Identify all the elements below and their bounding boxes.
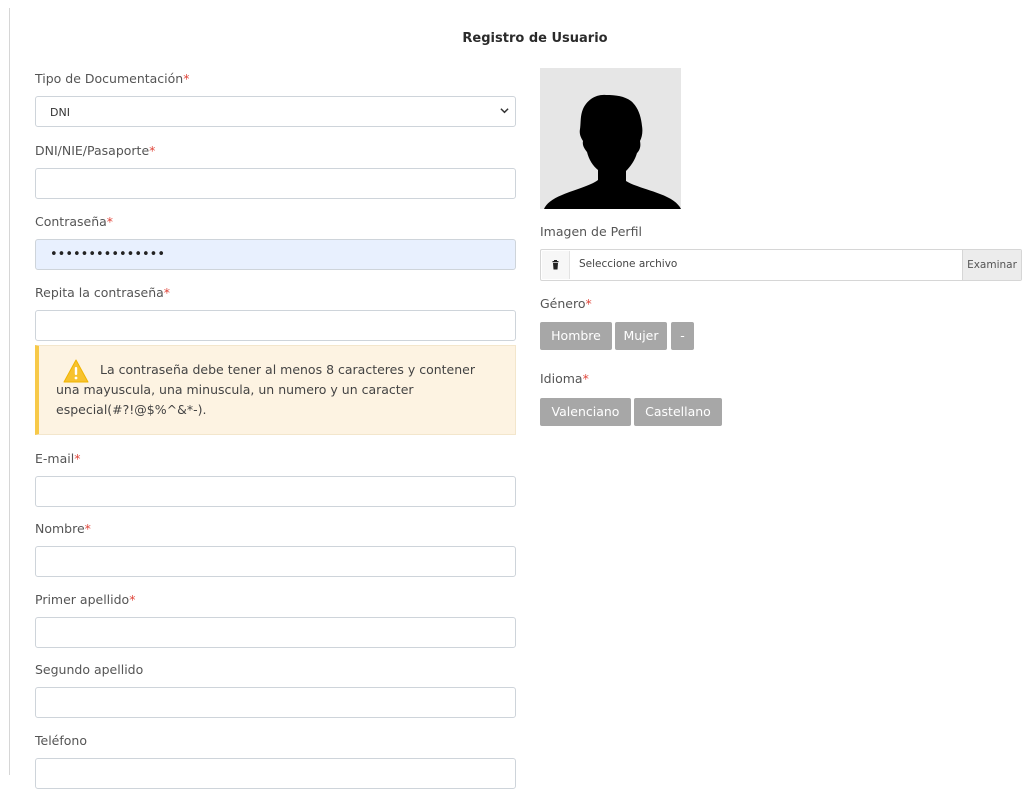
doc-type-selected-value: DNI <box>50 106 70 119</box>
first-name-input[interactable] <box>35 546 516 577</box>
chevron-down-icon <box>500 108 509 114</box>
trash-icon[interactable] <box>542 251 570 279</box>
language-label-text: Idioma <box>540 371 583 386</box>
password-masked-value: ••••••••••••••• <box>50 247 166 262</box>
gender-label-text: Género <box>540 296 586 311</box>
trash-glyph <box>552 260 559 270</box>
password-repeat-input[interactable] <box>35 310 516 341</box>
language-castellano-button[interactable]: Castellano <box>634 398 722 426</box>
surname2-label: Segundo apellido <box>35 662 143 677</box>
profile-image-file-input[interactable]: Seleccione archivo Examinar <box>540 249 1022 281</box>
gender-female-button[interactable]: Mujer <box>615 322 667 350</box>
required-mark: * <box>582 371 589 386</box>
file-placeholder: Seleccione archivo <box>579 258 678 270</box>
profile-image-label: Imagen de Perfil <box>540 224 642 239</box>
phone-label-text: Teléfono <box>35 733 87 748</box>
password-repeat-label-text: Repita la contraseña <box>35 285 164 300</box>
gender-male-button[interactable]: Hombre <box>540 322 612 350</box>
password-label-text: Contraseña <box>35 214 107 229</box>
surname2-input[interactable] <box>35 687 516 718</box>
surname1-label: Primer apellido* <box>35 592 135 607</box>
doc-number-label-text: DNI/NIE/Pasaporte <box>35 143 150 158</box>
email-label: E-mail* <box>35 451 80 466</box>
doc-number-label: DNI/NIE/Pasaporte* <box>35 143 155 158</box>
password-requirements-text: La contraseña debe tener al menos 8 cara… <box>56 362 475 417</box>
gender-unspecified-button[interactable]: - <box>671 322 694 350</box>
language-valenciano-button[interactable]: Valenciano <box>540 398 631 426</box>
required-mark: * <box>149 143 156 158</box>
profile-avatar <box>540 68 681 209</box>
required-mark: * <box>183 71 190 86</box>
required-mark: * <box>585 296 592 311</box>
required-mark: * <box>129 592 136 607</box>
user-silhouette-icon <box>544 94 681 209</box>
gender-label: Género* <box>540 296 592 311</box>
surname2-label-text: Segundo apellido <box>35 662 144 677</box>
first-name-label-text: Nombre <box>35 521 85 536</box>
required-mark: * <box>163 285 171 300</box>
browse-button[interactable]: Examinar <box>962 250 1021 280</box>
language-label: Idioma* <box>540 371 589 386</box>
required-mark: * <box>106 214 114 229</box>
email-input[interactable] <box>35 476 516 507</box>
password-repeat-label: Repita la contraseña* <box>35 285 170 300</box>
required-mark: * <box>84 521 91 536</box>
first-name-label: Nombre* <box>35 521 91 536</box>
doc-number-input[interactable] <box>35 168 516 199</box>
password-label: Contraseña* <box>35 214 113 229</box>
password-requirements-alert: La contraseña debe tener al menos 8 cara… <box>35 345 516 435</box>
page-title: Registro de Usuario <box>462 31 608 46</box>
phone-label: Teléfono <box>35 733 87 748</box>
doc-type-label-text: Tipo de Documentación <box>35 71 184 86</box>
required-mark: * <box>74 451 81 466</box>
email-label-text: E-mail <box>35 451 75 466</box>
page-left-border <box>9 8 10 775</box>
doc-type-label: Tipo de Documentación* <box>35 71 189 86</box>
surname1-label-text: Primer apellido <box>35 592 130 607</box>
surname1-input[interactable] <box>35 617 516 648</box>
phone-input[interactable] <box>35 758 516 789</box>
password-input[interactable]: ••••••••••••••• <box>35 239 516 270</box>
doc-type-select[interactable]: DNI <box>35 96 516 127</box>
